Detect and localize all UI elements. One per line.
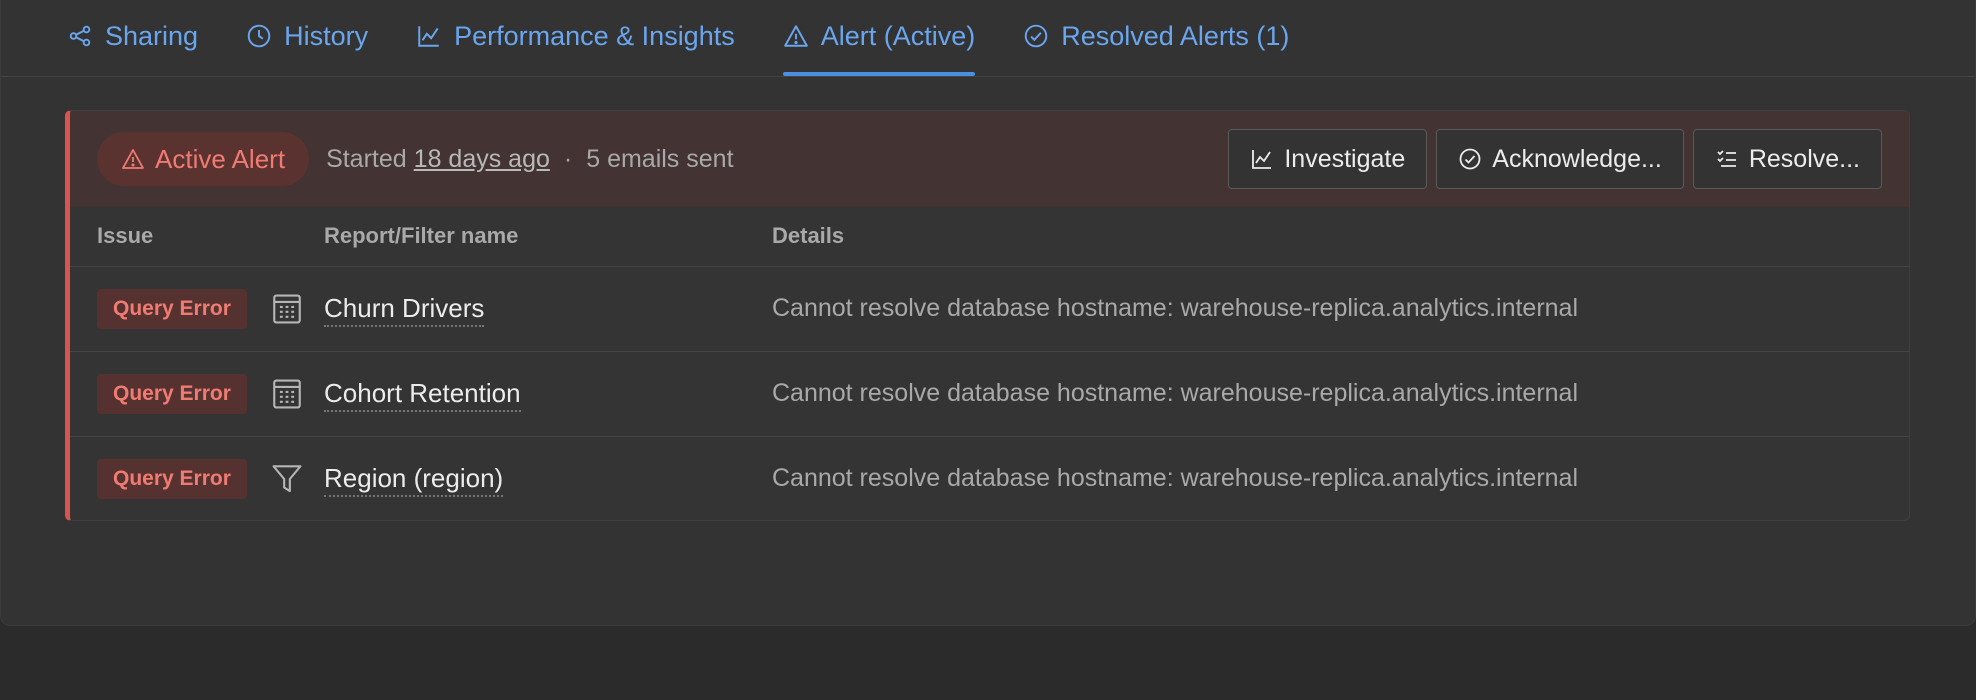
started-ago: 18 days ago <box>413 144 550 173</box>
table-row: Query Error Churn Drivers Cannot resolve… <box>70 266 1909 352</box>
header-name: Report/Filter name <box>324 207 772 267</box>
tab-resolved-alerts[interactable]: Resolved Alerts (1) <box>1023 1 1289 75</box>
table-header-row: Issue Report/Filter name Details <box>70 207 1909 267</box>
clock-icon <box>247 24 271 48</box>
alert-header: Active Alert Started 18 days ago · 5 ema… <box>70 111 1909 207</box>
filter-icon <box>272 464 302 492</box>
tab-alert-active[interactable]: Alert (Active) <box>782 1 976 76</box>
issue-details: Cannot resolve database hostname: wareho… <box>772 351 1909 437</box>
line-chart-icon <box>1252 150 1272 169</box>
alert-panel: Sharing History Performance & Insights A… <box>0 0 1976 626</box>
line-chart-icon <box>418 26 439 47</box>
issue-badge: Query Error <box>97 288 247 329</box>
resolve-button[interactable]: Resolve... <box>1692 129 1882 189</box>
report-name-link[interactable]: Churn Drivers <box>324 293 485 327</box>
table-row: Query Error Region (region) Cannot resol… <box>70 436 1909 520</box>
issue-details: Cannot resolve database hostname: wareho… <box>772 464 1579 493</box>
tab-history[interactable]: History <box>246 1 368 75</box>
started-prefix: Started <box>326 144 407 173</box>
alert-actions: Investigate Acknowledge... Resolve... <box>1228 129 1882 189</box>
meta-separator: · <box>563 144 573 173</box>
tab-label: Alert (Active) <box>820 20 976 51</box>
filter-name-link[interactable]: Region (region) <box>324 463 504 498</box>
share-icon <box>69 25 91 47</box>
warning-icon <box>783 25 808 47</box>
tab-label: Performance & Insights <box>454 20 735 51</box>
warning-icon <box>122 149 144 169</box>
tab-label: Resolved Alerts (1) <box>1061 20 1290 51</box>
header-details: Details <box>772 207 1909 267</box>
issue-badge: Query Error <box>97 458 247 499</box>
resolve-label: Resolve... <box>1748 144 1860 173</box>
report-name-link[interactable]: Cohort Retention <box>324 378 521 412</box>
check-circle-icon <box>1024 24 1048 48</box>
table-row: Query Error Cohort Retention Cannot reso… <box>70 351 1909 437</box>
header-issue: Issue <box>70 207 270 267</box>
acknowledge-button[interactable]: Acknowledge... <box>1436 129 1684 189</box>
investigate-label: Investigate <box>1284 144 1406 173</box>
header-icon-spacer <box>270 207 324 267</box>
issue-details: Cannot resolve database hostname: wareho… <box>772 266 1909 352</box>
active-alert-card: Active Alert Started 18 days ago · 5 ema… <box>65 110 1910 521</box>
acknowledge-label: Acknowledge... <box>1492 144 1662 173</box>
tab-label: Sharing <box>105 20 199 51</box>
report-icon <box>273 378 301 409</box>
tab-label: History <box>284 20 369 51</box>
emails-sent: 5 emails sent <box>586 144 734 173</box>
alert-meta: Started 18 days ago · 5 emails sent <box>326 145 733 174</box>
active-alert-label: Active Alert <box>155 143 286 174</box>
checklist-icon <box>1717 150 1736 167</box>
issue-badge: Query Error <box>97 373 247 414</box>
investigate-button[interactable]: Investigate <box>1228 129 1428 189</box>
report-icon <box>273 293 301 324</box>
check-circle-icon <box>1459 148 1481 170</box>
active-alert-badge: Active Alert <box>97 132 310 186</box>
tab-performance-insights[interactable]: Performance & Insights <box>416 1 735 75</box>
tab-bar: Sharing History Performance & Insights A… <box>1 1 1975 77</box>
issues-table: Issue Report/Filter name Details Query E… <box>70 207 1909 520</box>
tab-sharing[interactable]: Sharing <box>67 1 198 75</box>
